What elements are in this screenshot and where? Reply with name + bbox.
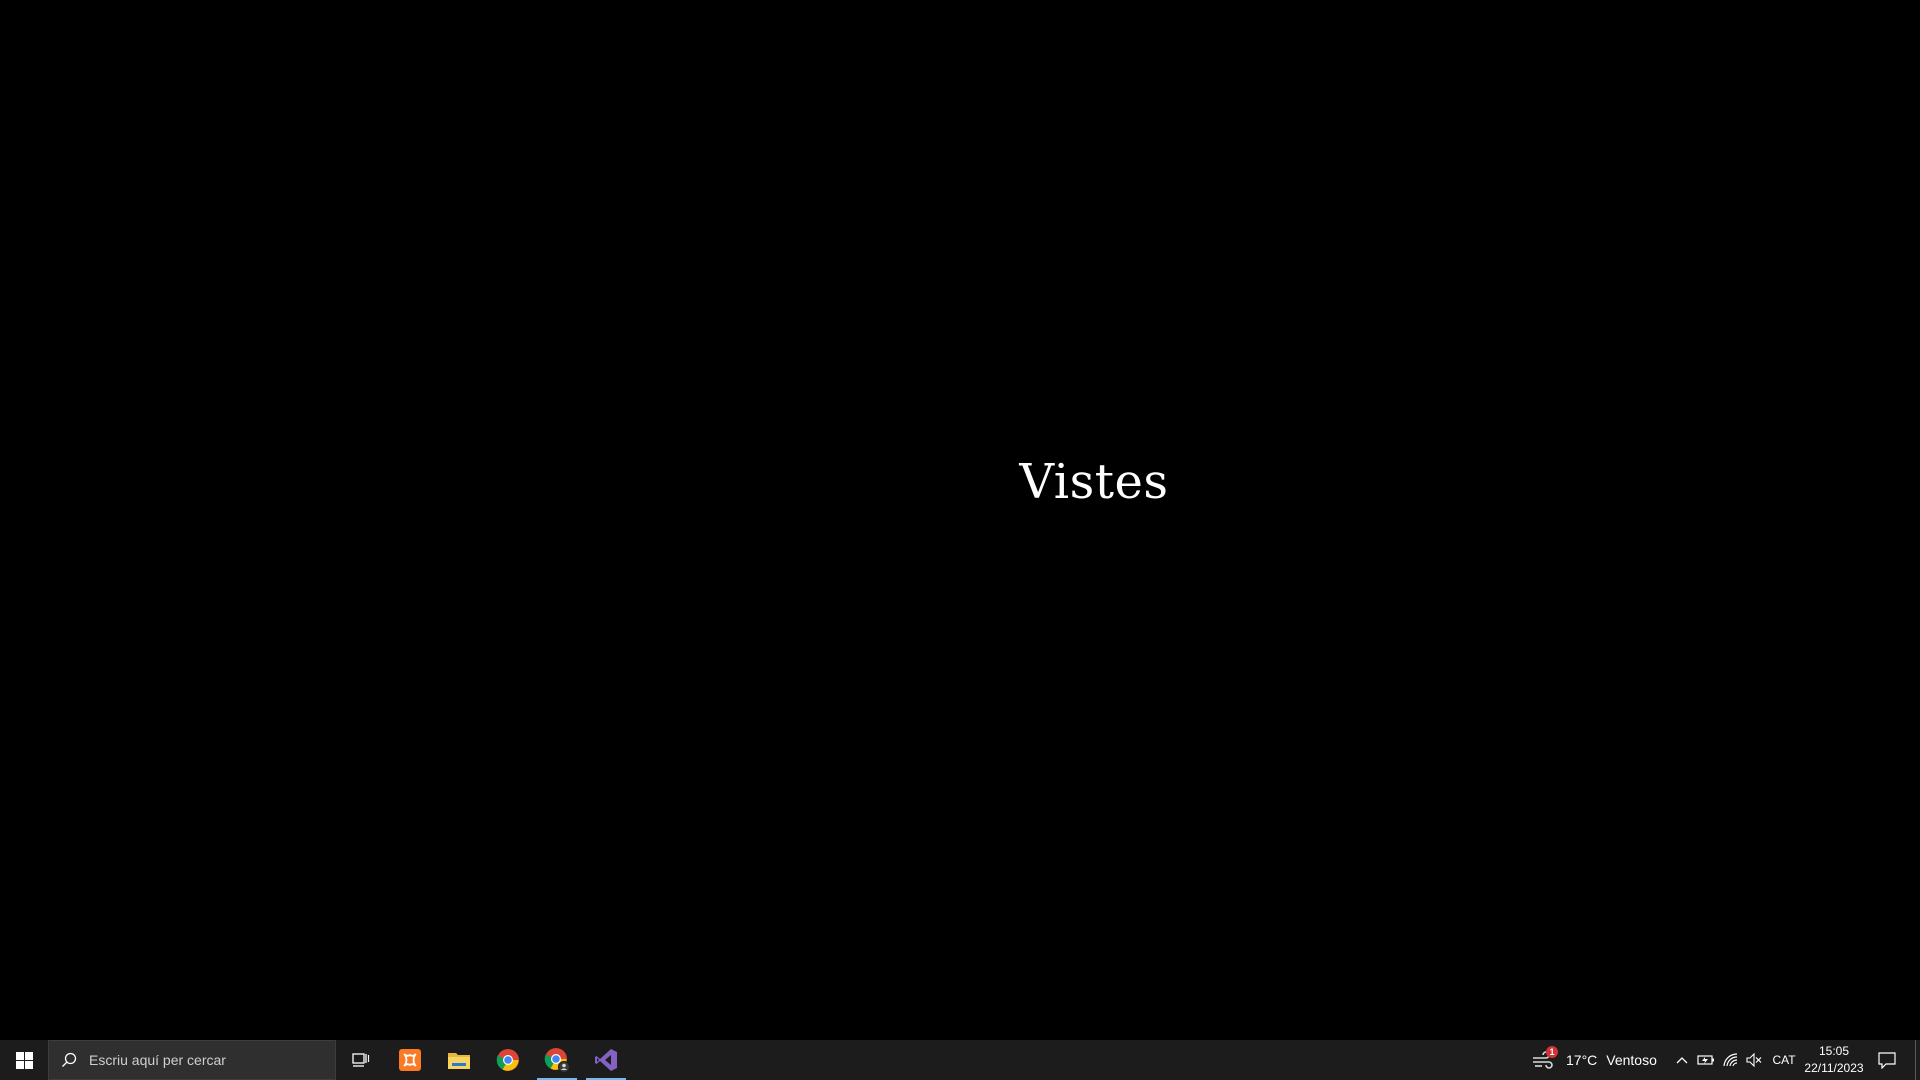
show-hidden-icons-button[interactable] [1671, 1040, 1693, 1080]
volume-button[interactable] [1743, 1040, 1765, 1080]
search-box[interactable] [48, 1040, 336, 1080]
chrome-profile-taskbar-button[interactable] [533, 1040, 581, 1080]
notification-icon [1878, 1051, 1896, 1069]
visual-studio-icon [595, 1049, 617, 1071]
xampp-icon [399, 1049, 421, 1071]
file-explorer-icon [448, 1053, 470, 1069]
clock-time: 15:05 [1818, 1044, 1850, 1058]
chevron-up-icon [1676, 1057, 1688, 1064]
xampp-taskbar-button[interactable] [386, 1040, 434, 1080]
visual-studio-taskbar-button[interactable] [582, 1040, 630, 1080]
center-title: Vistes [1019, 454, 1169, 510]
action-center-button[interactable] [1872, 1040, 1902, 1080]
weather-condition: Ventoso [1606, 1052, 1657, 1068]
network-button[interactable] [1719, 1040, 1743, 1080]
clock[interactable]: 15:05 22/11/2023 [1799, 1040, 1869, 1080]
battery-button[interactable] [1694, 1040, 1718, 1080]
battery-charging-icon [1697, 1055, 1714, 1065]
desktop: Vistes [0, 0, 1920, 1040]
search-icon [49, 1040, 89, 1080]
file-explorer-taskbar-button[interactable] [435, 1040, 483, 1080]
chrome-icon [496, 1049, 519, 1071]
weather-temperature: 17°C [1566, 1052, 1598, 1068]
clock-date: 22/11/2023 [1804, 1061, 1864, 1075]
weather-widget[interactable]: 1 17°C Ventoso [1530, 1040, 1657, 1080]
wifi-icon [1723, 1053, 1738, 1067]
volume-muted-icon [1746, 1053, 1762, 1067]
task-view-icon [352, 1053, 370, 1067]
chrome-taskbar-button[interactable] [484, 1040, 532, 1080]
weather-notification-badge: 1 [1546, 1046, 1558, 1058]
search-input[interactable] [89, 1052, 319, 1068]
show-desktop-button[interactable] [1915, 1040, 1920, 1080]
task-view-button[interactable] [336, 1040, 384, 1080]
start-button[interactable] [0, 1040, 48, 1080]
wind-icon: 1 [1530, 1046, 1558, 1073]
chrome-profile-icon [544, 1048, 570, 1073]
input-language-indicator[interactable]: CAT [1767, 1040, 1801, 1080]
windows-logo-icon [15, 1051, 33, 1069]
taskbar: 1 17°C Ventoso CAT [0, 1040, 1920, 1080]
